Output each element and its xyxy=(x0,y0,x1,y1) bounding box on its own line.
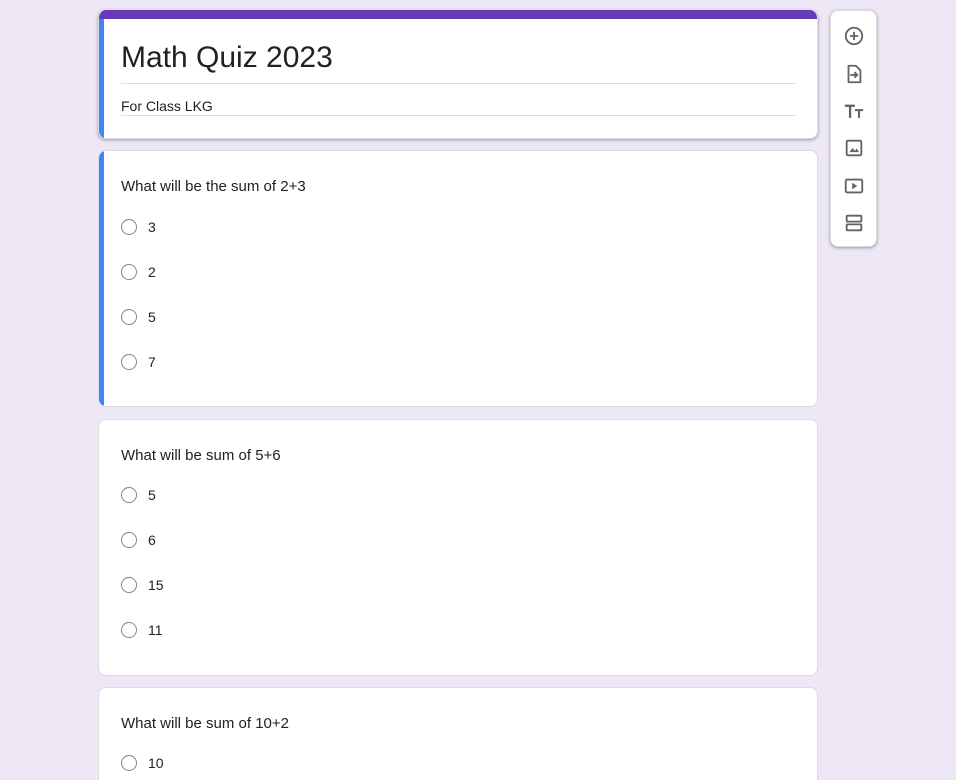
option-item[interactable]: 7 xyxy=(121,352,156,372)
radio-button[interactable] xyxy=(121,622,137,638)
form-title[interactable]: Math Quiz 2023 xyxy=(121,40,333,76)
option-item[interactable]: 6 xyxy=(121,530,156,550)
floating-toolbar xyxy=(830,10,877,247)
option-label: 2 xyxy=(148,264,156,280)
add-title-description-button[interactable] xyxy=(842,99,866,123)
question-title[interactable]: What will be sum of 10+2 xyxy=(121,714,289,734)
question-title[interactable]: What will be sum of 5+6 xyxy=(121,446,281,466)
option-label: 3 xyxy=(148,219,156,235)
option-label: 11 xyxy=(148,622,163,638)
option-item[interactable]: 10 xyxy=(121,753,164,773)
title-underline xyxy=(121,83,795,84)
option-item[interactable]: 11 xyxy=(121,620,163,640)
option-item[interactable]: 3 xyxy=(121,217,156,237)
radio-button[interactable] xyxy=(121,755,137,771)
option-label: 6 xyxy=(148,532,156,548)
add-video-button[interactable] xyxy=(842,174,866,198)
option-item[interactable]: 5 xyxy=(121,485,156,505)
add-question-icon xyxy=(844,26,864,46)
option-item[interactable]: 2 xyxy=(121,262,156,282)
add-image-icon xyxy=(845,139,863,157)
radio-button[interactable] xyxy=(121,309,137,325)
option-item[interactable]: 5 xyxy=(121,307,156,327)
add-title-description-icon xyxy=(844,104,864,118)
radio-button[interactable] xyxy=(121,532,137,548)
radio-button[interactable] xyxy=(121,219,137,235)
theme-color-bar xyxy=(99,10,817,19)
option-label: 15 xyxy=(148,577,164,593)
radio-button[interactable] xyxy=(121,354,137,370)
focus-indicator xyxy=(99,151,104,406)
radio-button[interactable] xyxy=(121,487,137,503)
question-card[interactable]: What will be sum of 10+2 10 xyxy=(98,687,818,780)
form-editor-page: Math Quiz 2023 For Class LKG What will b… xyxy=(0,0,956,780)
option-label: 10 xyxy=(148,755,164,771)
add-section-button[interactable] xyxy=(842,211,866,235)
question-card[interactable]: What will be sum of 5+6 5 6 15 11 xyxy=(98,419,818,676)
add-question-button[interactable] xyxy=(842,24,866,48)
add-section-icon xyxy=(845,214,863,232)
add-video-icon xyxy=(844,178,864,194)
option-label: 5 xyxy=(148,487,156,503)
question-card[interactable]: What will be the sum of 2+3 3 2 5 7 xyxy=(98,150,818,407)
focus-indicator xyxy=(99,19,104,138)
option-label: 5 xyxy=(148,309,156,325)
add-image-button[interactable] xyxy=(842,136,866,160)
question-title[interactable]: What will be the sum of 2+3 xyxy=(121,177,306,197)
description-underline xyxy=(121,115,795,116)
radio-button[interactable] xyxy=(121,577,137,593)
form-header-card[interactable]: Math Quiz 2023 For Class LKG xyxy=(98,10,818,139)
option-item[interactable]: 15 xyxy=(121,575,164,595)
option-label: 7 xyxy=(148,354,156,370)
form-description[interactable]: For Class LKG xyxy=(121,97,213,115)
import-questions-button[interactable] xyxy=(842,62,866,86)
import-questions-icon xyxy=(847,64,862,84)
radio-button[interactable] xyxy=(121,264,137,280)
